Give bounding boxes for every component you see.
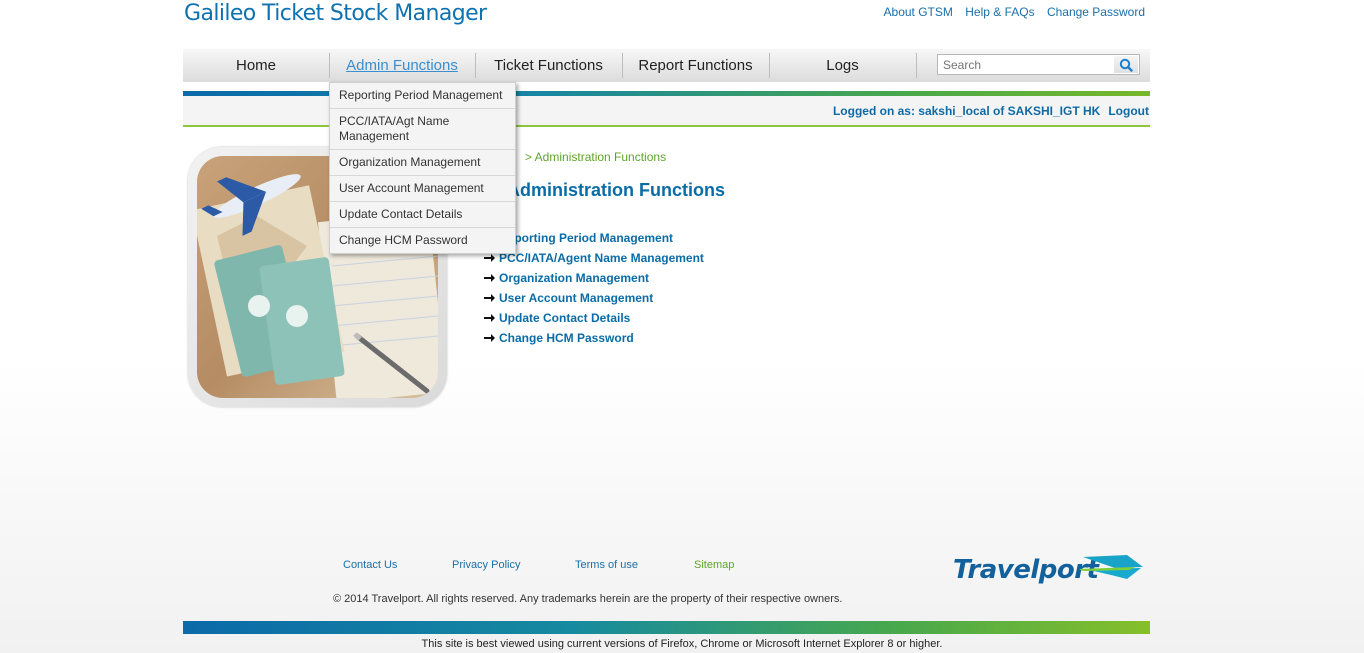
nav-divider [916, 53, 917, 78]
help-faqs-link[interactable]: Help & FAQs [965, 5, 1034, 19]
change-hcm-password-link[interactable]: Change HCM Password [499, 331, 634, 345]
terms-of-use-link[interactable]: Terms of use [575, 559, 638, 571]
top-links: About GTSM Help & FAQs Change Password [875, 5, 1145, 19]
breadcrumb-current: > Administration Functions [525, 150, 667, 164]
list-item: PCC/IATA/Agent Name Management [484, 250, 704, 270]
menu-item-organization-management[interactable]: Organization Management [330, 150, 515, 176]
arrow-right-icon [484, 274, 495, 282]
nav-ticket-functions[interactable]: Ticket Functions [475, 49, 622, 82]
logout-link[interactable]: Logout [1108, 104, 1149, 118]
logged-on-text: Logged on as: sakshi_local of SAKSHI_IGT… [832, 104, 1101, 118]
arrow-right-icon [484, 294, 495, 302]
menu-item-reporting-period[interactable]: Reporting Period Management [330, 83, 515, 109]
menu-item-pcc-iata-agt[interactable]: PCC/IATA/Agt Name Management [330, 109, 515, 150]
search-input[interactable] [938, 55, 1124, 74]
sitemap-link[interactable]: Sitemap [694, 559, 734, 571]
main-nav: Home Admin Functions Ticket Functions Re… [183, 49, 1150, 82]
list-item: User Account Management [484, 290, 704, 310]
update-contact-details-link[interactable]: Update Contact Details [499, 311, 630, 325]
privacy-policy-link[interactable]: Privacy Policy [452, 559, 520, 571]
logged-on-info: Logged on as: sakshi_local of SAKSHI_IGT… [833, 104, 1149, 118]
breadcrumb: > Administration Functions [525, 150, 666, 164]
arrow-right-icon [484, 334, 495, 342]
arrow-right-icon [484, 314, 495, 322]
search-icon [1119, 58, 1133, 72]
page: Galileo Ticket Stock Manager About GTSM … [183, 0, 1150, 653]
change-password-link[interactable]: Change Password [1047, 5, 1145, 19]
browser-notice: This site is best viewed using current v… [421, 638, 943, 650]
nav-home[interactable]: Home [183, 49, 329, 82]
user-account-management-link[interactable]: User Account Management [499, 291, 653, 305]
search-box [937, 54, 1140, 75]
organization-management-link[interactable]: Organization Management [499, 271, 649, 285]
nav-report-functions[interactable]: Report Functions [622, 49, 769, 82]
page-title: Administration Functions [507, 180, 725, 200]
menu-item-user-account-management[interactable]: User Account Management [330, 176, 515, 202]
travelport-swoosh-icon [1079, 555, 1143, 579]
list-item: Organization Management [484, 270, 704, 290]
menu-item-change-hcm-password[interactable]: Change HCM Password [330, 228, 515, 253]
search-button[interactable] [1114, 56, 1138, 73]
nav-logs[interactable]: Logs [769, 49, 916, 82]
arrow-right-icon [484, 254, 495, 262]
contact-us-link[interactable]: Contact Us [343, 559, 397, 571]
list-item: Reporting Period Management [484, 230, 704, 250]
admin-functions-dropdown: Reporting Period Management PCC/IATA/Agt… [329, 82, 516, 254]
admin-links-list: Reporting Period Management PCC/IATA/Age… [484, 230, 704, 350]
reporting-period-link[interactable]: Reporting Period Management [499, 231, 673, 245]
pcc-iata-agent-link[interactable]: PCC/IATA/Agent Name Management [499, 251, 704, 265]
travelport-logo: Travelport [953, 553, 1145, 591]
list-item: Change HCM Password [484, 330, 704, 350]
list-item: Update Contact Details [484, 310, 704, 330]
menu-item-update-contact-details[interactable]: Update Contact Details [330, 202, 515, 228]
nav-admin-functions[interactable]: Admin Functions [329, 49, 475, 82]
about-gtsm-link[interactable]: About GTSM [884, 5, 953, 19]
app-title: Galileo Ticket Stock Manager [184, 1, 487, 26]
copyright-text: © 2014 Travelport. All rights reserved. … [333, 593, 843, 605]
footer-gradient-bar [183, 621, 1150, 634]
